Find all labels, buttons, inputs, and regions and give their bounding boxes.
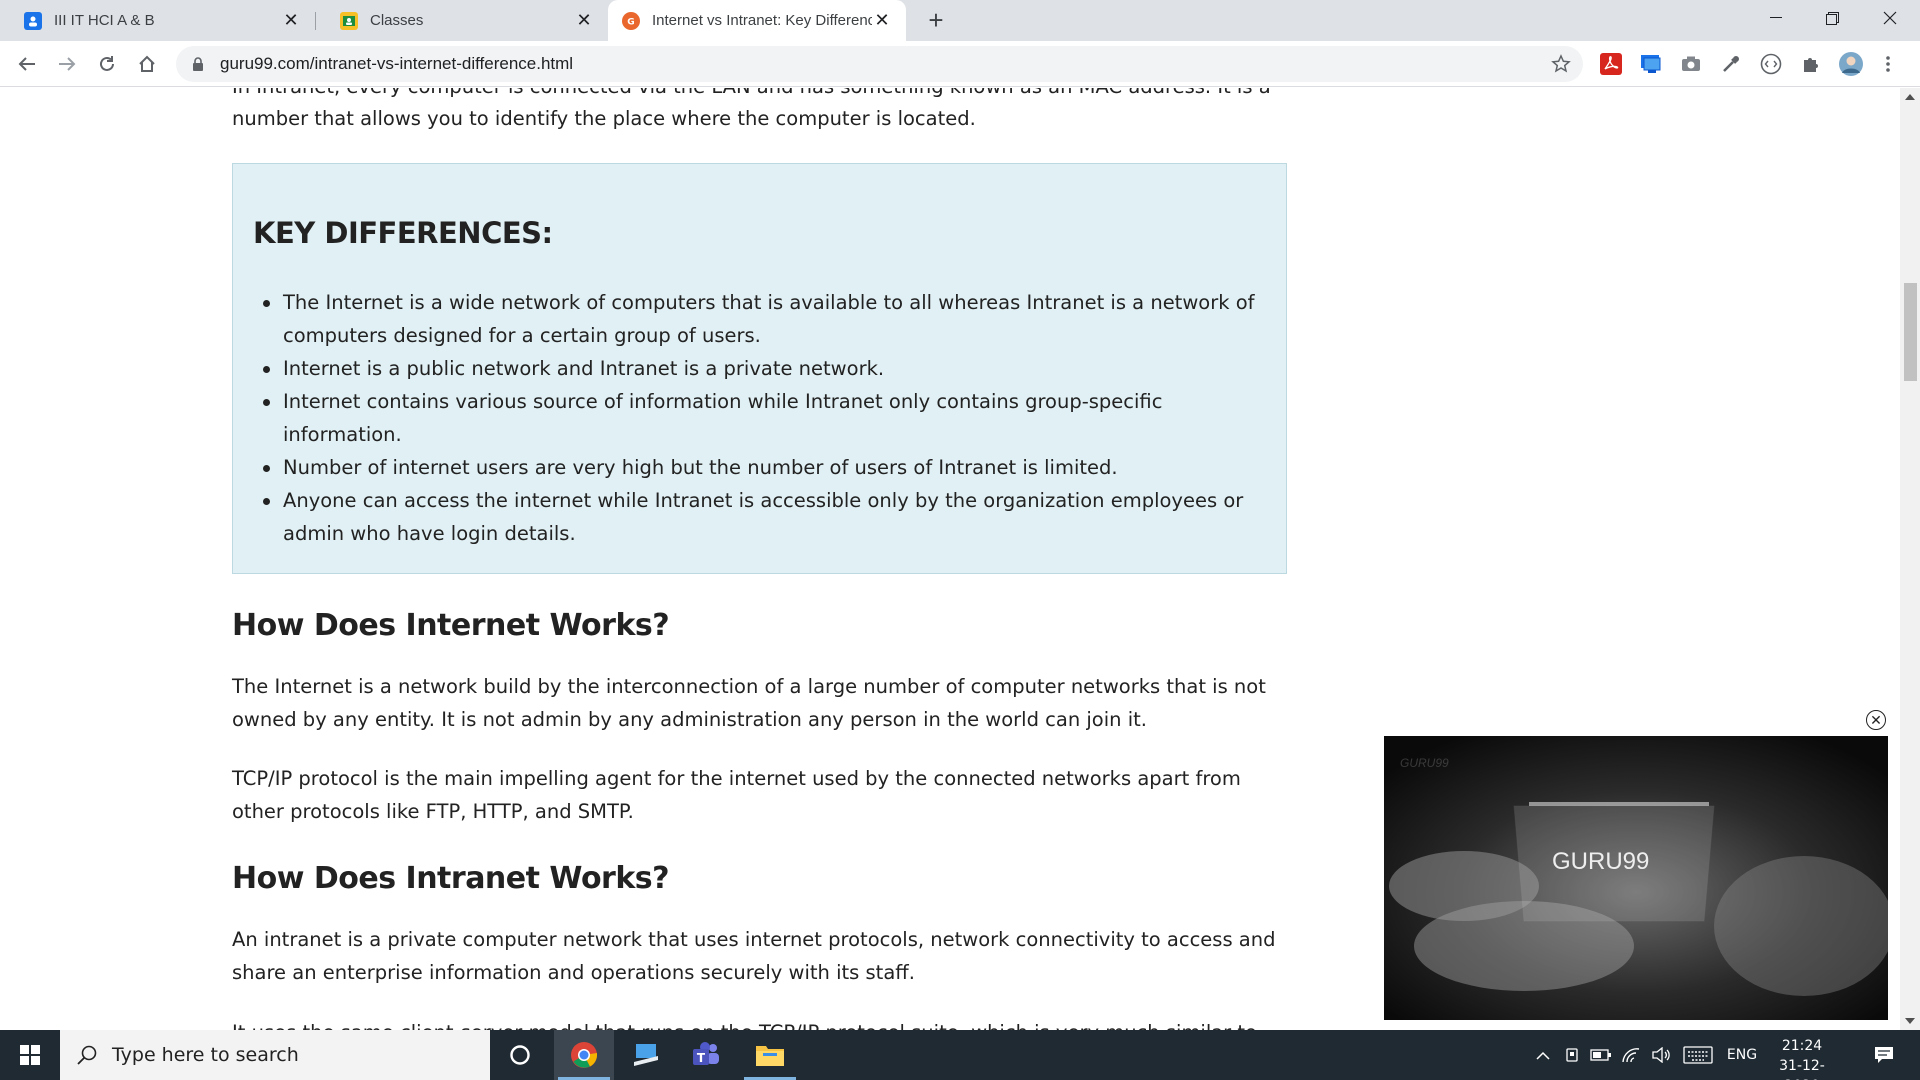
eyedropper-extension-icon[interactable] — [1718, 51, 1744, 77]
key-differences-box: KEY DIFFERENCES: The Internet is a wide … — [232, 163, 1287, 574]
profile-avatar[interactable] — [1838, 51, 1864, 77]
intranet-paragraph-1: An intranet is a private computer networ… — [232, 928, 1276, 984]
new-tab-button[interactable]: + — [922, 5, 950, 35]
notifications-icon[interactable] — [1864, 1030, 1904, 1080]
back-arrow-icon[interactable] — [12, 49, 42, 79]
windows-taskbar: Type here to search T ENG 21:24 31-12-20… — [0, 1030, 1920, 1080]
cortana-icon[interactable] — [490, 1030, 550, 1080]
reload-icon[interactable] — [92, 49, 122, 79]
key-differences-title: KEY DIFFERENCES: — [253, 216, 553, 250]
key-differences-list: The Internet is a wide network of comput… — [263, 286, 1273, 550]
tab-classes[interactable]: Classes ✕ — [316, 0, 608, 41]
taskbar-clock[interactable]: 21:24 31-12-2020 — [1764, 1036, 1840, 1080]
taskbar-search-box[interactable]: Type here to search — [60, 1030, 490, 1080]
tab-title: Classes — [370, 12, 424, 29]
bookmark-star-icon[interactable] — [1551, 54, 1571, 74]
intranet-paragraph-2-partial: It uses the same client-server model tha… — [232, 1016, 1288, 1030]
classroom-people-icon — [24, 11, 42, 30]
camera-extension-icon[interactable] — [1678, 51, 1704, 77]
minimize-icon[interactable] — [1748, 0, 1804, 36]
code-extension-icon[interactable] — [1758, 51, 1784, 77]
clock-time: 21:24 — [1781, 1038, 1823, 1054]
list-item: Internet is a public network and Intrane… — [263, 352, 1273, 385]
list-item: The Internet is a wide network of comput… — [263, 286, 1273, 352]
page-scrollbar[interactable] — [1900, 88, 1920, 1030]
list-item: Anyone can access the internet while Int… — [263, 484, 1273, 550]
internet-paragraph-1: The Internet is a network build by the i… — [232, 675, 1266, 731]
home-icon[interactable] — [132, 49, 162, 79]
internet-heading: How Does Internet Works? — [232, 608, 670, 643]
svg-text:T: T — [697, 1051, 706, 1065]
extensions-puzzle-icon[interactable] — [1798, 51, 1824, 77]
acrobat-extension-icon[interactable] — [1598, 51, 1624, 77]
svg-text:G: G — [627, 17, 634, 26]
clock-date: 31-12-2020 — [1779, 1058, 1825, 1080]
screen-capture-extension-icon[interactable] — [1638, 51, 1664, 77]
video-brand-text: GURU99 — [1552, 848, 1650, 875]
video-watermark: GURU99 — [1400, 756, 1449, 770]
tab-internet-vs-intranet[interactable]: G Internet vs Intranet: Key Differenc ✕ — [608, 0, 906, 41]
address-bar[interactable]: guru99.com/intranet-vs-internet-differen… — [176, 46, 1583, 82]
chrome-taskbar-icon[interactable] — [554, 1030, 614, 1080]
intro-paragraph-partial: In Intranet, every computer is connected… — [232, 88, 1288, 103]
guru99-favicon-icon: G — [622, 11, 640, 30]
promo-video-player[interactable]: GURU99 GURU99 — [1384, 736, 1888, 1020]
wifi-icon[interactable] — [1618, 1030, 1644, 1080]
google-classroom-icon — [340, 11, 358, 30]
browser-menu-icon[interactable] — [1880, 51, 1896, 77]
lock-icon[interactable] — [190, 56, 206, 72]
internet-paragraph-2: TCP/IP protocol is the main impelling ag… — [232, 767, 1241, 823]
intro-paragraph-end: number that allows you to identify the p… — [232, 107, 976, 130]
teams-taskbar-icon[interactable]: T — [676, 1030, 736, 1080]
tab-title: III IT HCI A & B — [54, 12, 155, 29]
video-close-icon[interactable]: ✕ — [1866, 710, 1886, 730]
tab-close-icon[interactable]: ✕ — [574, 10, 594, 31]
device-icon[interactable] — [1560, 1030, 1584, 1080]
file-explorer-taskbar-icon[interactable] — [740, 1030, 800, 1080]
video-frame — [1384, 736, 1888, 1020]
intranet-heading: How Does Intranet Works? — [232, 861, 670, 896]
tab-close-icon[interactable]: ✕ — [872, 10, 892, 31]
list-item: Internet contains various source of info… — [263, 385, 1273, 451]
tab-hci[interactable]: III IT HCI A & B ✕ — [0, 0, 315, 41]
show-hidden-icons-chevron-icon[interactable] — [1532, 1030, 1554, 1080]
search-placeholder: Type here to search — [112, 1044, 299, 1066]
forward-arrow-icon[interactable] — [52, 49, 82, 79]
scrollbar-thumb[interactable] — [1904, 283, 1917, 381]
tab-title: Internet vs Intranet: Key Differenc — [652, 12, 872, 29]
window-close-icon[interactable] — [1862, 0, 1918, 36]
language-indicator[interactable]: ENG — [1722, 1030, 1762, 1080]
restore-icon[interactable] — [1804, 0, 1860, 36]
url-text[interactable]: guru99.com/intranet-vs-internet-differen… — [220, 54, 573, 74]
scroll-down-arrow-icon[interactable] — [1905, 1018, 1915, 1024]
tab-close-icon[interactable]: ✕ — [281, 10, 301, 31]
browser-toolbar: guru99.com/intranet-vs-internet-differen… — [0, 41, 1920, 87]
search-icon — [77, 1045, 97, 1065]
tab-strip: III IT HCI A & B ✕ Classes ✕ G Internet … — [0, 0, 1920, 41]
remote-desktop-taskbar-icon[interactable] — [616, 1030, 676, 1080]
windows-start-icon[interactable] — [0, 1030, 60, 1080]
scroll-up-arrow-icon[interactable] — [1905, 94, 1915, 100]
volume-icon[interactable] — [1648, 1030, 1674, 1080]
touch-keyboard-icon[interactable] — [1680, 1030, 1716, 1080]
battery-icon[interactable] — [1588, 1030, 1614, 1080]
list-item: Number of internet users are very high b… — [263, 451, 1273, 484]
